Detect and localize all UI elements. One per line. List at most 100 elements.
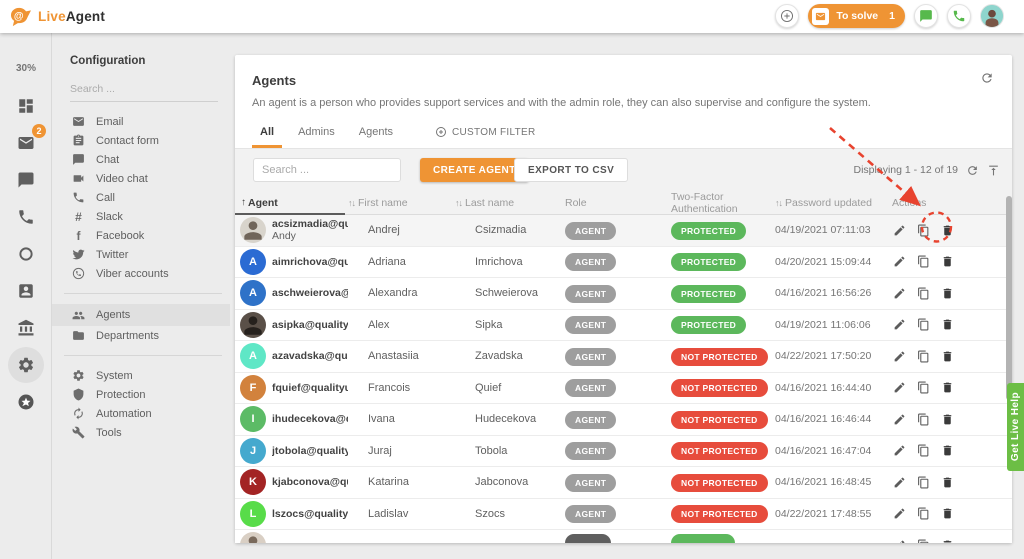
sidebar-item-viber-accounts[interactable]: Viber accounts xyxy=(52,264,230,283)
delete-button[interactable] xyxy=(940,349,955,364)
sidebar-item-tools[interactable]: Tools xyxy=(52,423,230,442)
table-row[interactable]: J jtobola@qualityur Juraj Tobola AGENT N… xyxy=(235,436,1012,468)
user-avatar[interactable] xyxy=(980,4,1004,28)
edit-button[interactable] xyxy=(892,538,907,543)
column-header-first-name[interactable]: ↑↓ First name xyxy=(348,190,455,215)
copy-button[interactable] xyxy=(916,506,931,521)
delete-button[interactable] xyxy=(940,286,955,301)
edit-button[interactable] xyxy=(892,286,907,301)
sidebar-item-protection[interactable]: Protection xyxy=(52,385,230,404)
get-live-help-tab[interactable]: Get Live Help xyxy=(1007,383,1024,471)
edit-button[interactable] xyxy=(892,254,907,269)
column-header-actions[interactable]: Actions xyxy=(882,190,1012,215)
sidebar-item-automation[interactable]: Automation xyxy=(52,404,230,423)
liveagent-logo[interactable]: @ LiveAgent xyxy=(10,7,105,27)
agent-cell: asipka@qualityun xyxy=(235,312,348,338)
scroll-to-top-icon[interactable] xyxy=(987,164,1000,177)
table-row[interactable]: L lszocs@qualityun Ladislav Szocs AGENT … xyxy=(235,499,1012,531)
tab-agents[interactable]: Agents xyxy=(347,126,405,148)
copy-button[interactable] xyxy=(916,475,931,490)
sidebar-item-twitter[interactable]: Twitter xyxy=(52,245,230,264)
tab-all[interactable]: All xyxy=(248,126,286,148)
delete-button[interactable] xyxy=(940,223,955,238)
delete-button[interactable] xyxy=(940,506,955,521)
column-label: First name xyxy=(358,197,408,209)
column-header-two-factor-authentication[interactable]: Two-Factor Authentication xyxy=(659,190,775,215)
edit-button[interactable] xyxy=(892,380,907,395)
sidebar-item-chat[interactable]: Chat xyxy=(52,150,230,169)
rail-item-email[interactable]: 2 xyxy=(8,125,44,161)
copy-button[interactable] xyxy=(916,286,931,301)
edit-button[interactable] xyxy=(892,317,907,332)
table-row[interactable]: A azavadska@quali Anastasiia Zavadska AG… xyxy=(235,341,1012,373)
table-search-input[interactable] xyxy=(253,158,401,182)
rail-item-contacts[interactable] xyxy=(8,273,44,309)
sidebar-item-call[interactable]: Call xyxy=(52,188,230,207)
last-name: Tobola xyxy=(455,445,565,457)
table-row[interactable]: A aimrichova@quali Adriana Imrichova AGE… xyxy=(235,247,1012,279)
rail-item-chat[interactable] xyxy=(8,162,44,198)
sidebar-item-email[interactable]: Email xyxy=(52,112,230,131)
chat-button[interactable] xyxy=(914,4,938,28)
copy-button[interactable] xyxy=(916,412,931,427)
edit-button[interactable] xyxy=(892,412,907,427)
copy-button[interactable] xyxy=(916,223,931,238)
sidebar-item-facebook[interactable]: f Facebook xyxy=(52,226,230,245)
sidebar-item-departments[interactable]: Departments xyxy=(52,326,230,345)
copy-button[interactable] xyxy=(916,349,931,364)
tab-admins[interactable]: Admins xyxy=(286,126,347,148)
sidebar-item-system[interactable]: System xyxy=(52,366,230,385)
copy-button[interactable] xyxy=(916,443,931,458)
copy-button[interactable] xyxy=(916,538,931,543)
column-header-agent[interactable]: ↑ Agent xyxy=(235,190,348,215)
copy-button[interactable] xyxy=(916,254,931,269)
agent-email: ihudecekova@qu xyxy=(272,413,348,426)
delete-button[interactable] xyxy=(940,475,955,490)
delete-button[interactable] xyxy=(940,412,955,427)
rail-item-dashboard[interactable] xyxy=(8,88,44,124)
rail-item-ring[interactable] xyxy=(8,236,44,272)
copy-button[interactable] xyxy=(916,380,931,395)
displaying-count: Displaying 1 - 12 of 19 xyxy=(854,164,958,176)
delete-button[interactable] xyxy=(940,443,955,458)
sidebar-item-contact-form[interactable]: Contact form xyxy=(52,131,230,150)
export-csv-button[interactable]: EXPORT TO CSV xyxy=(514,158,628,182)
sidebar-item-agents[interactable]: Agents xyxy=(52,304,230,326)
table-row[interactable]: A aschweierova@qu Alexandra Schweierova … xyxy=(235,278,1012,310)
sidebar-search-input[interactable] xyxy=(70,83,218,95)
edit-button[interactable] xyxy=(892,223,907,238)
table-row[interactable]: F fquief@qualityuni Francois Quief AGENT… xyxy=(235,373,1012,405)
column-header-role[interactable]: Role xyxy=(565,190,659,215)
unread-badge: 2 xyxy=(32,124,46,138)
delete-button[interactable] xyxy=(940,538,955,543)
column-header-password-updated[interactable]: ↑↓ Password updated xyxy=(775,190,882,215)
delete-button[interactable] xyxy=(940,254,955,269)
rail-item-star-circle[interactable] xyxy=(8,384,44,420)
refresh-button[interactable] xyxy=(980,71,994,90)
refresh-icon[interactable] xyxy=(966,164,979,177)
add-circle-button[interactable] xyxy=(775,4,799,28)
table-row[interactable]: K kjabconova@qual Katarina Jabconova AGE… xyxy=(235,467,1012,499)
sidebar-item-slack[interactable]: # Slack xyxy=(52,207,230,226)
edit-button[interactable] xyxy=(892,349,907,364)
create-agent-button[interactable]: CREATE AGENT xyxy=(420,158,529,182)
to-solve-button[interactable]: To solve 1 xyxy=(808,4,905,28)
edit-button[interactable] xyxy=(892,475,907,490)
table-row[interactable]: I ihudecekova@qu Ivana Hudecekova AGENT … xyxy=(235,404,1012,436)
column-header-last-name[interactable]: ↑↓ Last name xyxy=(455,190,565,215)
copy-button[interactable] xyxy=(916,317,931,332)
rail-item-bank[interactable] xyxy=(8,310,44,346)
table-row[interactable]: asipka@qualityun Alex Sipka AGENT PROTEC… xyxy=(235,310,1012,342)
table-row[interactable]: acsizmadia@qual Andy Andrej Csizmadia AG… xyxy=(235,215,1012,247)
edit-button[interactable] xyxy=(892,506,907,521)
tab-custom-filter[interactable]: CUSTOM FILTER xyxy=(423,126,548,148)
delete-button[interactable] xyxy=(940,380,955,395)
edit-button[interactable] xyxy=(892,443,907,458)
rail-item-gear[interactable] xyxy=(8,347,44,383)
vertical-scrollbar[interactable] xyxy=(1006,196,1012,400)
sidebar-item-video-chat[interactable]: Video chat xyxy=(52,169,230,188)
call-button[interactable] xyxy=(947,4,971,28)
table-row-partial[interactable] xyxy=(235,530,1012,543)
delete-button[interactable] xyxy=(940,317,955,332)
rail-item-call[interactable] xyxy=(8,199,44,235)
